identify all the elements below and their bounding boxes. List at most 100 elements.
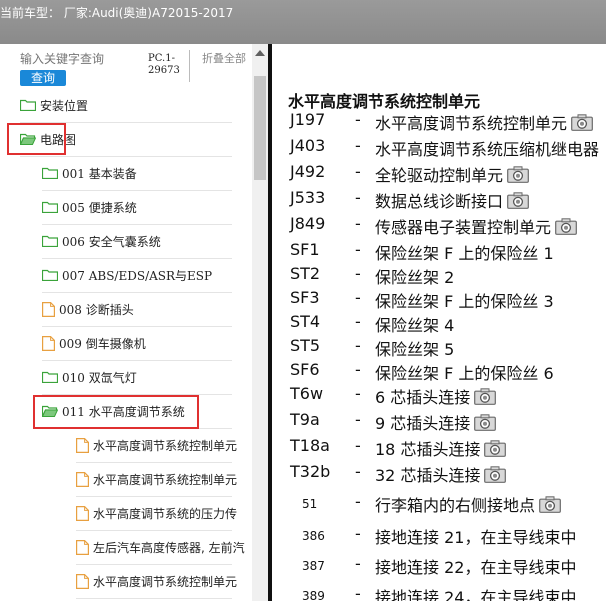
document-icon: [42, 301, 55, 317]
sidebar-tree-panel: 查询 PC.1-29673 折叠全部 安装位置电路图001 基本装备005 便捷…: [0, 44, 268, 601]
legend-dash: -: [355, 584, 361, 601]
row-separator: [76, 462, 232, 463]
tree-item[interactable]: 水平高度调节系统控制单元: [76, 568, 250, 594]
legend-dash: -: [355, 188, 361, 207]
legend-row: SF6 - 保险丝架 F 上的保险丝 6: [272, 360, 606, 384]
search-button[interactable]: 查询: [20, 70, 66, 86]
legend-dash: -: [355, 410, 361, 429]
camera-icon[interactable]: [571, 114, 593, 135]
legend-row: T9a -9 芯插头连接: [272, 410, 606, 434]
scrollbar-thumb[interactable]: [254, 76, 266, 180]
component-description: 保险丝架 4: [375, 316, 455, 335]
component-description-cell: 数据总线诊断接口: [375, 188, 529, 213]
component-description-cell: 水平高度调节系统控制单元: [375, 110, 593, 135]
component-description: 9 芯插头连接: [375, 414, 471, 433]
camera-icon[interactable]: [474, 414, 497, 435]
component-code: J533: [290, 188, 326, 207]
tree-item-label: 006 安全气囊系统: [62, 234, 161, 249]
tree-item[interactable]: 008 诊断插头: [42, 296, 250, 322]
legend-dash: -: [355, 240, 361, 259]
tree-item[interactable]: 左后汽车高度传感器, 左前汽: [76, 534, 250, 560]
legend-dash: -: [355, 462, 361, 481]
component-description: 保险丝架 F 上的保险丝 1: [375, 244, 554, 263]
camera-icon[interactable]: [539, 496, 561, 517]
component-description: 6 芯插头连接: [375, 388, 471, 407]
tree-item[interactable]: 水平高度调节系统控制单元: [76, 466, 250, 492]
pc-code-label: PC.1-29673: [148, 53, 180, 76]
component-description: 行李箱内的右侧接地点: [375, 496, 536, 515]
camera-icon[interactable]: [507, 192, 529, 213]
tree-item-label: 009 倒车摄像机: [59, 336, 146, 351]
legend-row: T32b -32 芯插头连接: [272, 462, 606, 486]
component-description-cell: 全轮驱动控制单元: [375, 162, 529, 187]
tree-item-label: 007 ABS/EDS/ASR与ESP: [62, 268, 213, 283]
title-bar: 当前车型： 厂家:Audi(奥迪)A72015-2017: [0, 0, 606, 44]
component-description-cell: 接地连接 22，在主导线束中: [375, 554, 576, 578]
component-code: SF1: [290, 240, 320, 259]
component-description-cell: 保险丝架 5: [375, 336, 454, 360]
legend-dash: -: [355, 288, 361, 307]
tree-item[interactable]: 水平高度调节系统控制单元: [76, 432, 250, 458]
legend-row: ST4 - 保险丝架 4: [272, 312, 606, 336]
document-icon: [42, 335, 55, 351]
tree-scrollbar[interactable]: [252, 44, 268, 601]
tree-item[interactable]: 010 双氙气灯: [42, 364, 250, 390]
folder-icon: [20, 99, 36, 111]
tree-item-label: 008 诊断插头: [59, 302, 134, 317]
legend-dash: -: [355, 554, 361, 573]
legend-row: J492 - 全轮驱动控制单元: [272, 162, 606, 186]
tree-item[interactable]: 006 安全气囊系统: [42, 228, 250, 254]
legend-dash: -: [355, 136, 361, 155]
component-code: J403: [290, 136, 326, 155]
component-description-cell: 9 芯插头连接: [375, 410, 497, 435]
component-code: ST2: [290, 264, 321, 283]
component-description: 传感器电子装置控制单元: [375, 218, 552, 237]
legend-dash: -: [355, 436, 361, 455]
camera-icon[interactable]: [555, 218, 577, 239]
tree-item[interactable]: 007 ABS/EDS/ASR与ESP: [42, 262, 250, 288]
highlight-box-level-control: [33, 395, 199, 429]
tree-item[interactable]: 水平高度调节系统的压力传: [76, 500, 250, 526]
component-description-cell: 32 芯插头连接: [375, 462, 507, 487]
component-code: T32b: [290, 462, 331, 481]
tree-item-label: 001 基本装备: [62, 166, 137, 181]
legend-row: T18a -18 芯插头连接: [272, 436, 606, 460]
camera-icon[interactable]: [484, 466, 507, 487]
tree-item-label: 010 双氙气灯: [62, 370, 137, 385]
folder-icon: [42, 201, 58, 213]
legend-dash: -: [355, 312, 361, 331]
tree-item[interactable]: 001 基本装备: [42, 160, 250, 186]
component-code: J849: [290, 214, 326, 233]
component-description-cell: 保险丝架 F 上的保险丝 1: [375, 240, 554, 264]
collapse-all-button[interactable]: 折叠全部: [202, 53, 246, 65]
search-input[interactable]: [20, 52, 140, 66]
component-code: 387: [302, 559, 325, 573]
row-separator: [42, 258, 232, 259]
scroll-up-arrow-icon[interactable]: [255, 50, 265, 56]
tree-item[interactable]: 005 便捷系统: [42, 194, 250, 220]
component-code: T9a: [290, 410, 320, 429]
tree-item-label: 水平高度调节系统的压力传: [93, 506, 238, 521]
folder-icon: [42, 371, 58, 383]
component-description-cell: 水平高度调节系统压缩机继电器: [375, 136, 599, 160]
component-code: T6w: [290, 384, 324, 403]
folder-icon: [42, 269, 58, 281]
legend-dash: -: [355, 524, 361, 543]
folder-icon: [42, 167, 58, 179]
legend-row: ST5 - 保险丝架 5: [272, 336, 606, 360]
camera-icon[interactable]: [507, 166, 529, 187]
legend-row: SF3 - 保险丝架 F 上的保险丝 3: [272, 288, 606, 312]
component-code: ST5: [290, 336, 321, 355]
tree-item[interactable]: 009 倒车摄像机: [42, 330, 250, 356]
row-separator: [42, 360, 232, 361]
component-description-cell: 接地连接 24，在主导线束中: [375, 584, 576, 601]
component-description: 水平高度调节系统压缩机继电器: [375, 140, 600, 159]
component-description: 水平高度调节系统控制单元: [375, 114, 568, 133]
component-description: 接地连接 24，在主导线束中: [375, 588, 577, 601]
tree-item-label: 水平高度调节系统控制单元: [93, 574, 238, 589]
camera-icon[interactable]: [474, 388, 497, 409]
legend-row: 387 - 接地连接 22，在主导线束中: [272, 554, 606, 578]
camera-icon[interactable]: [484, 440, 507, 461]
component-description-cell: 接地连接 21，在主导线束中: [375, 524, 576, 548]
tree-item[interactable]: 安装位置: [20, 92, 250, 118]
